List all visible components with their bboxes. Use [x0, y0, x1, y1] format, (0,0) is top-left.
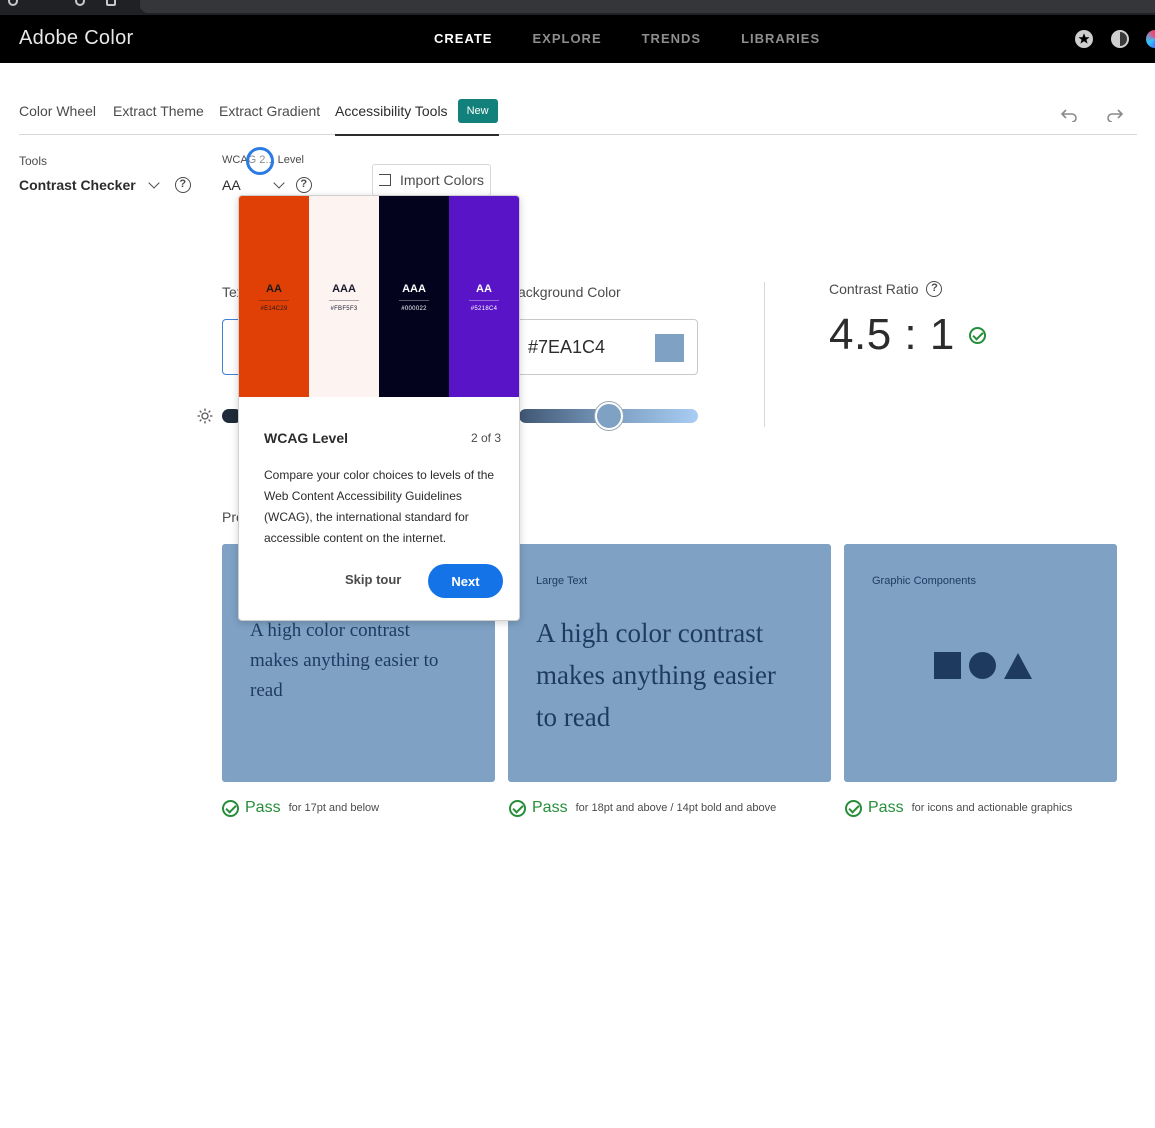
avatar[interactable]: [1146, 30, 1155, 48]
star-icon[interactable]: [1075, 30, 1093, 48]
swatch-divider: [259, 300, 289, 301]
browser-toolbar: [0, 0, 1155, 15]
help-icon[interactable]: ?: [174, 177, 191, 193]
preview-card-large-text: Large Text A high color contrast makes a…: [508, 544, 831, 782]
tab-extract-theme[interactable]: Extract Theme: [113, 95, 204, 135]
tour-swatches: AA #E14C29 AAA #FBF5F3 AAA #000022 AA #5…: [239, 196, 519, 397]
help-icon[interactable]: ?: [295, 177, 312, 193]
nav-libraries[interactable]: LIBRARIES: [721, 15, 840, 63]
skip-tour-button[interactable]: Skip tour: [345, 572, 401, 587]
background-color-swatch[interactable]: [655, 334, 684, 362]
tab-accessibility-tools-label: Accessibility Tools: [335, 103, 448, 119]
circle-icon: [969, 652, 996, 679]
tour-title: WCAG Level: [264, 430, 349, 446]
swatch-level: AAA: [332, 283, 356, 295]
next-button[interactable]: Next: [428, 564, 503, 598]
check-circle-icon: [509, 799, 526, 817]
preview-large-text: A high color contrast makes anything eas…: [536, 618, 776, 732]
chevron-down-icon: [148, 177, 160, 189]
preview-card-graphics: Graphic Components: [844, 544, 1117, 782]
preview-normal-text: A high color contrast makes anything eas…: [250, 620, 439, 701]
result-description: for icons and actionable graphics: [911, 802, 1073, 814]
swatch-divider: [469, 300, 499, 301]
import-colors-button[interactable]: Import Colors: [372, 164, 491, 196]
square-icon: [934, 652, 961, 679]
result-status: Pass: [868, 799, 904, 816]
swatch-divider: [329, 300, 359, 301]
nav-explore[interactable]: EXPLORE: [512, 15, 621, 63]
result-status: Pass: [245, 799, 281, 816]
graphic-shapes: [934, 652, 1032, 679]
nav-trends[interactable]: TRENDS: [622, 15, 721, 63]
tour-swatch: AAA #FBF5F3: [309, 196, 379, 397]
nav-create[interactable]: CREATE: [414, 15, 512, 63]
tour-swatch: AA #E14C29: [239, 196, 309, 397]
contrast-ratio-label: Contrast Ratio ?: [829, 281, 943, 297]
result-graphics: Pass for icons and actionable graphics: [845, 799, 1072, 817]
contrast-ratio: 4.5 : 1: [829, 310, 986, 360]
check-circle-icon: [222, 799, 239, 817]
swatch-hex: #000022: [401, 306, 427, 312]
preview-card-title: Large Text: [536, 575, 588, 587]
swatch-level: AA: [266, 283, 282, 295]
tour-swatch: AA #5218C4: [449, 196, 519, 397]
contrast-ratio-title: Contrast Ratio: [829, 281, 919, 297]
app-logo[interactable]: Adobe Color: [19, 27, 133, 50]
tab-accessibility-tools[interactable]: Accessibility Tools New: [335, 95, 499, 136]
result-normal-text: Pass for 17pt and below: [222, 799, 379, 817]
swatch-hex: #FBF5F3: [330, 306, 358, 312]
background-color-input[interactable]: #7EA1C4: [500, 319, 698, 375]
address-bar[interactable]: [140, 0, 1155, 13]
contrast-ratio-value: 4.5 : 1: [829, 310, 955, 359]
swatch-level: AAA: [402, 283, 426, 295]
wcag-level-picker[interactable]: AA ?: [222, 177, 312, 193]
tool-picker-value: Contrast Checker: [19, 177, 136, 193]
wcag-level-value: AA: [222, 177, 241, 193]
brightness-icon: [197, 408, 213, 424]
app-header: Adobe Color CREATE EXPLORE TRENDS LIBRAR…: [0, 15, 1155, 63]
result-description: for 18pt and above / 14pt bold and above: [575, 802, 777, 814]
chevron-down-icon: [273, 177, 285, 189]
import-colors-label: Import Colors: [399, 172, 485, 188]
swatch-hex: #E14C29: [260, 306, 288, 312]
main-nav: CREATE EXPLORE TRENDS LIBRARIES: [414, 15, 840, 63]
swatch-level: AA: [476, 283, 492, 295]
new-badge: New: [457, 99, 498, 123]
background-brightness-handle[interactable]: [595, 402, 623, 430]
back-icon[interactable]: [8, 0, 18, 6]
tools-label: Tools: [19, 154, 48, 168]
result-status: Pass: [532, 799, 568, 816]
tour-focus-indicator: [246, 147, 274, 175]
result-large-text: Pass for 18pt and above / 14pt bold and …: [509, 799, 776, 817]
triangle-icon: [1004, 652, 1032, 679]
tour-step-counter: 2 of 3: [470, 431, 501, 445]
background-color-value: #7EA1C4: [528, 337, 606, 357]
result-description: for 17pt and below: [288, 802, 380, 814]
preview-card-title: Graphic Components: [872, 575, 976, 587]
theme-toggle-icon[interactable]: [1111, 30, 1129, 48]
home-icon[interactable]: [106, 0, 116, 6]
tab-extract-gradient[interactable]: Extract Gradient: [219, 95, 320, 135]
check-circle-icon: [845, 799, 862, 817]
background-color-label: ackground Color: [518, 284, 621, 300]
tab-color-wheel[interactable]: Color Wheel: [19, 95, 96, 135]
tour-popover: AA #E14C29 AAA #FBF5F3 AAA #000022 AA #5…: [238, 195, 520, 621]
check-circle-icon: [968, 326, 986, 344]
help-icon[interactable]: ?: [926, 281, 943, 297]
undo-icon[interactable]: [1060, 105, 1078, 128]
tour-swatch: AAA #000022: [379, 196, 449, 397]
tour-description: Compare your color choices to levels of …: [264, 468, 495, 545]
tool-tabs: Color Wheel Extract Theme Extract Gradie…: [19, 95, 1137, 136]
import-icon: [378, 174, 391, 186]
redo-icon[interactable]: [1106, 105, 1124, 128]
divider: [764, 282, 765, 427]
tool-picker[interactable]: Contrast Checker ?: [19, 177, 191, 193]
swatch-divider: [399, 300, 429, 301]
reload-icon[interactable]: [75, 0, 85, 6]
swatch-hex: #5218C4: [470, 306, 498, 312]
